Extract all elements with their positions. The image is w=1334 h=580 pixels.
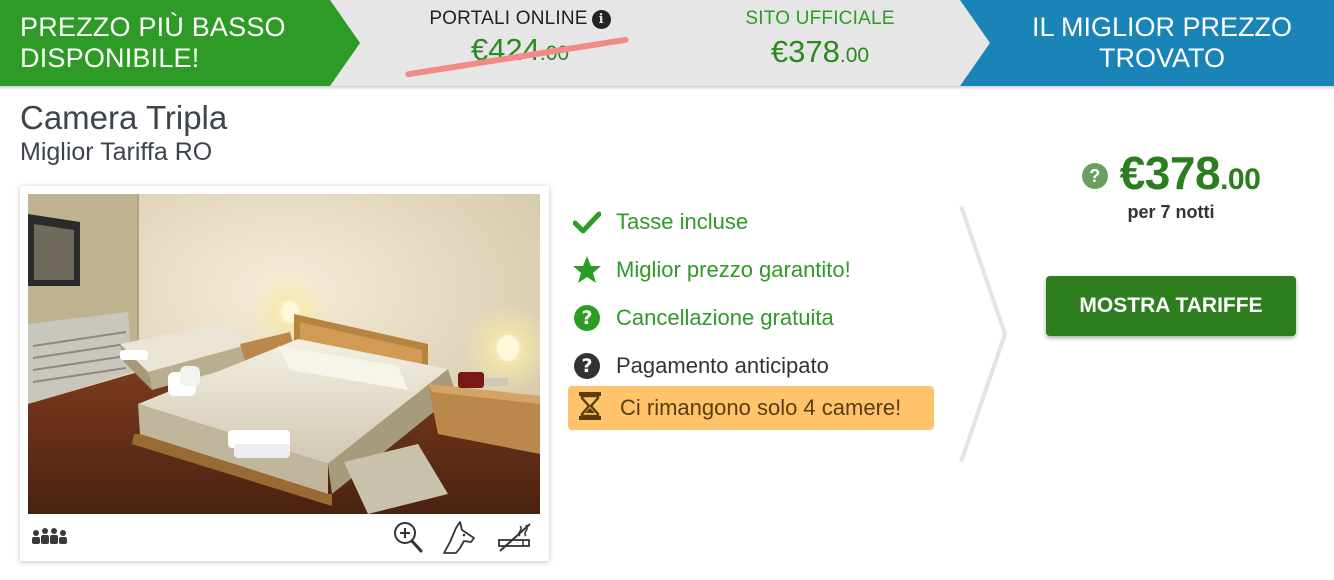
section-divider-chevron xyxy=(955,200,1015,475)
online-portals-heading: PORTALI ONLINE i xyxy=(410,8,630,30)
feature-taxes-included: Tasse incluse xyxy=(572,198,942,246)
pets-icon xyxy=(440,520,478,561)
room-price-box: ? €378.00 per 7 notti xyxy=(1046,146,1296,223)
room-price-line: ? €378.00 xyxy=(1046,146,1296,200)
feature-label: Tasse incluse xyxy=(616,209,749,234)
lowest-price-label: PREZZO PIÙ BASSO DISPONIBILE! xyxy=(20,12,286,74)
official-site-label: SITO UFFICIALE xyxy=(745,8,895,29)
info-icon[interactable]: i xyxy=(591,10,611,29)
banner-shadow xyxy=(0,86,1334,90)
official-site-amount-main: €378 xyxy=(770,34,840,69)
online-portals-amount: €424.00 xyxy=(404,32,630,78)
room-price-cents: .00 xyxy=(1220,163,1261,196)
hourglass-icon xyxy=(576,391,604,426)
room-price: €378.00 xyxy=(1120,146,1261,200)
best-price-label-line2: TROVATO xyxy=(1098,43,1225,73)
feature-best-price-guaranteed: Miglior prezzo garantito! xyxy=(572,246,942,294)
guests-icon xyxy=(30,526,70,553)
feature-prepayment[interactable]: ? Pagamento anticipato xyxy=(572,342,942,390)
lowest-price-label-line1: PREZZO PIÙ BASSO xyxy=(20,12,286,42)
official-site-amount: €378.00 xyxy=(710,34,930,70)
show-rates-button[interactable]: MOSTRA TARIFFE xyxy=(1046,276,1296,336)
star-icon xyxy=(572,255,602,285)
best-price-label-line1: IL MIGLIOR PREZZO xyxy=(1031,12,1293,42)
low-availability-alert: Ci rimangono solo 4 camere! xyxy=(568,386,934,430)
room-rate-name: Miglior Tariffa RO xyxy=(20,138,213,166)
feature-free-cancellation[interactable]: ? Cancellazione gratuita xyxy=(572,294,942,342)
room-features-list: Tasse incluse Miglior prezzo garantito! … xyxy=(568,198,942,430)
question-icon[interactable]: ? xyxy=(572,303,602,333)
feature-label: Miglior prezzo garantito! xyxy=(616,257,851,282)
room-photo[interactable] xyxy=(28,194,540,514)
lowest-price-label-line2: DISPONIBILE! xyxy=(20,43,200,73)
question-icon-glyph: ? xyxy=(574,305,600,331)
room-price-main: €378 xyxy=(1119,147,1221,199)
official-site-price: SITO UFFICIALE €378.00 xyxy=(710,8,930,70)
low-availability-label: Ci rimangono solo 4 camere! xyxy=(620,395,902,420)
room-photo-image xyxy=(28,194,540,514)
stay-length: per 7 notti xyxy=(1127,202,1215,222)
no-smoking-icon xyxy=(496,520,534,559)
check-icon xyxy=(572,207,602,237)
official-site-amount-cents: .00 xyxy=(839,44,870,67)
question-dark-icon-glyph: ? xyxy=(574,353,600,379)
online-portals-price: PORTALI ONLINEi €424.00 xyxy=(404,8,630,78)
best-price-label: IL MIGLIOR PREZZO TROVATO xyxy=(990,12,1334,74)
room-name: Camera Tripla xyxy=(20,99,228,136)
online-portals-label: PORTALI ONLINE xyxy=(429,8,588,29)
feature-label: Pagamento anticipato xyxy=(616,353,829,378)
question-dark-icon[interactable]: ? xyxy=(572,351,602,381)
room-amenity-icons xyxy=(20,516,549,561)
zoom-icon[interactable] xyxy=(392,520,424,559)
price-help-icon[interactable]: ? xyxy=(1081,163,1108,189)
room-photo-card xyxy=(20,186,549,561)
feature-label: Cancellazione gratuita xyxy=(616,305,834,330)
